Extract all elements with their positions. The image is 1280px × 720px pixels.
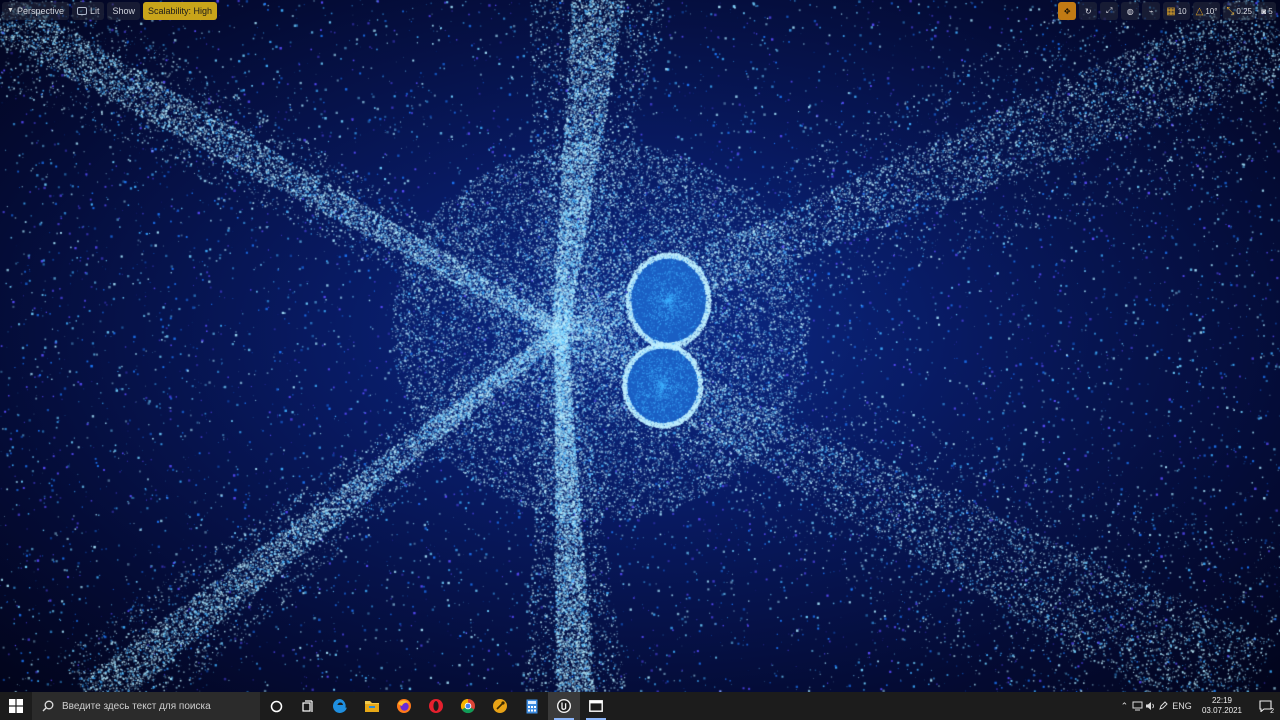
chevron-up-icon: ⌃ xyxy=(1120,700,1129,711)
edge-icon xyxy=(332,699,347,713)
windows-taskbar: Введите здесь текст для поиска ⌃ ENG 22:… xyxy=(0,692,1280,720)
notification-count: 2 xyxy=(1270,708,1274,715)
clock-time: 22:19 xyxy=(1211,696,1232,705)
show-hidden-icons-button[interactable]: ⌃ xyxy=(1118,692,1131,720)
camera-icon: ◙ xyxy=(1261,6,1267,16)
angle-icon: △ xyxy=(1195,5,1204,17)
firefox-button[interactable] xyxy=(388,692,420,720)
grid-snap-button[interactable]: ▦ 10 xyxy=(1163,2,1190,20)
clock-date: 03.07.2021 xyxy=(1201,706,1242,715)
clock[interactable]: 22:19 03.07.2021 xyxy=(1194,696,1250,716)
language-indicator[interactable]: ENG xyxy=(1170,692,1194,720)
cortana-circle-icon xyxy=(270,700,282,712)
grid-snap-value: 10 xyxy=(1177,6,1187,16)
language-label: ENG xyxy=(1172,701,1192,711)
scale-tool-button[interactable]: ⤢ xyxy=(1100,2,1119,20)
move-tool-button[interactable]: ✥ xyxy=(1058,2,1077,20)
surface-snap-button[interactable]: ⌁ xyxy=(1142,2,1161,20)
view-mode-icon xyxy=(76,7,87,15)
speaker-icon xyxy=(1145,702,1154,710)
camera-speed-value: 5 xyxy=(1268,6,1273,16)
unreal-engine-button[interactable] xyxy=(548,692,580,720)
scale-icon: ⤢ xyxy=(1106,6,1113,15)
opera-button[interactable] xyxy=(420,692,452,720)
cortana-button[interactable] xyxy=(260,692,292,720)
file-explorer-icon xyxy=(365,701,379,712)
scalability-button[interactable]: Scalability: High xyxy=(143,2,218,20)
editor-viewport[interactable]: ▼ Perspective Lit Show Scalability: High… xyxy=(0,0,1280,692)
scale-snap-button[interactable]: ⤡ 0.25 xyxy=(1223,2,1255,20)
viewport-toolbar-right: ✥ ↻ ⤢ ◍ ⌁ ▦ 10 △ 10° ⤡ 0.25 ◙ 5 xyxy=(1058,2,1276,20)
window-button[interactable] xyxy=(580,692,612,720)
task-view-button[interactable] xyxy=(292,692,324,720)
scale-snap-value: 0.25 xyxy=(1236,6,1252,16)
network-button[interactable] xyxy=(1131,692,1144,720)
volume-button[interactable] xyxy=(1144,692,1157,720)
app-icon xyxy=(493,699,507,713)
pen-button[interactable] xyxy=(1157,692,1170,720)
particle-scene xyxy=(0,0,1280,692)
perspective-label: Perspective xyxy=(16,6,64,16)
task-view-icon xyxy=(302,699,313,712)
action-center-button[interactable]: 2 xyxy=(1250,692,1280,720)
network-icon xyxy=(1132,701,1143,711)
chrome-icon xyxy=(460,698,475,714)
search-icon xyxy=(42,700,54,712)
windows-icon xyxy=(9,699,23,713)
chrome-button[interactable] xyxy=(452,692,484,720)
scalability-label: Scalability: High xyxy=(148,6,213,16)
camera-speed-button[interactable]: ◙ 5 xyxy=(1258,2,1276,20)
globe-icon: ◍ xyxy=(1126,6,1134,16)
calculator-button[interactable] xyxy=(516,692,548,720)
grid-icon: ▦ xyxy=(1166,5,1176,17)
firefox-icon xyxy=(397,699,411,713)
app-button[interactable] xyxy=(484,692,516,720)
dropdown-arrow-icon: ▼ xyxy=(7,7,14,14)
perspective-button[interactable]: ▼ Perspective xyxy=(2,2,69,20)
system-tray: ⌃ ENG 22:19 03.07.2021 2 xyxy=(1118,692,1280,720)
rotate-tool-button[interactable]: ↻ xyxy=(1079,2,1098,20)
lit-button[interactable]: Lit xyxy=(71,2,105,20)
window-icon xyxy=(589,700,603,712)
taskbar-search-box[interactable]: Введите здесь текст для поиска xyxy=(32,692,260,720)
show-button[interactable]: Show xyxy=(107,2,140,20)
angle-snap-value: 10° xyxy=(1205,6,1218,16)
calculator-icon xyxy=(526,699,538,713)
show-label: Show xyxy=(112,6,135,16)
unreal-engine-icon xyxy=(557,699,571,713)
rotate-icon: ↻ xyxy=(1084,6,1092,16)
edge-button[interactable] xyxy=(324,692,356,720)
scale-snap-icon: ⤡ xyxy=(1226,5,1235,17)
pen-icon xyxy=(1159,701,1169,710)
angle-snap-button[interactable]: △ 10° xyxy=(1192,2,1221,20)
file-explorer-button[interactable] xyxy=(356,692,388,720)
lit-label: Lit xyxy=(89,6,100,16)
search-placeholder: Введите здесь текст для поиска xyxy=(62,700,211,712)
start-button[interactable] xyxy=(0,692,32,720)
viewport-toolbar-left: ▼ Perspective Lit Show Scalability: High xyxy=(2,2,218,20)
surface-snap-icon: ⌁ xyxy=(1148,6,1154,16)
move-icon: ✥ xyxy=(1063,6,1071,16)
world-local-button[interactable]: ◍ xyxy=(1121,2,1140,20)
opera-icon xyxy=(429,699,443,713)
